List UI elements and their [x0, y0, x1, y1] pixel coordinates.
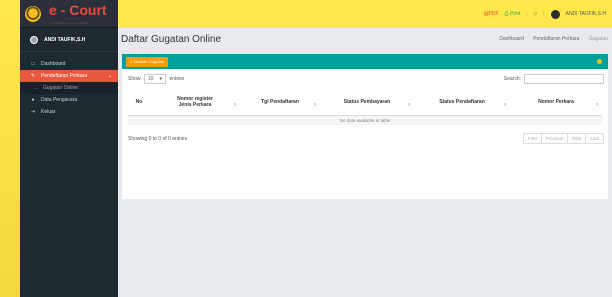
pager-last-button[interactable]: Last: [585, 133, 604, 144]
chevron-down-icon: ⌄: [107, 73, 112, 79]
breadcrumb: Dashboard Pendaftaran Perkara Gugatan: [499, 36, 608, 42]
sort-icon: ⇅: [233, 102, 237, 107]
breadcrumb-gugatan: Gugatan: [588, 36, 608, 42]
box-header: + Tambah Gugatan: [122, 54, 608, 69]
brand[interactable]: e - Court The Electronic Justice System: [20, 0, 118, 28]
column-label: Nomor register Jenis Perkara: [177, 95, 213, 108]
arrow-icon: →: [32, 85, 38, 91]
sort-icon: ⇅: [407, 102, 411, 107]
sidebar-item-label: Gugatan Online: [43, 85, 79, 91]
column-header-nomor-register[interactable]: Nomor register Jenis Perkara ⇅: [150, 89, 240, 116]
collapse-icon[interactable]: [597, 59, 602, 64]
user-icon: ●: [31, 97, 35, 103]
brand-title: e - Court: [49, 2, 107, 18]
sidebar: e - Court The Electronic Justice System …: [20, 0, 118, 297]
gugatan-box: + Tambah Gugatan Show 10 ▾ entries Searc…: [122, 54, 608, 199]
column-label: No: [135, 98, 143, 105]
divider: |: [526, 11, 528, 17]
column-header-nomor-perkara[interactable]: Nomor Perkara ⇅: [510, 89, 602, 116]
divider: |: [543, 11, 545, 17]
add-gugatan-button[interactable]: + Tambah Gugatan: [126, 56, 169, 67]
main-content: Daftar Gugatan Online Dashboard Pendafta…: [118, 28, 612, 297]
edit-icon: ✎: [30, 73, 36, 79]
column-label: Status Pendaftaran: [439, 98, 485, 105]
sort-icon: ⇅: [595, 102, 599, 107]
print-label: Print: [509, 11, 521, 17]
user-name: ANDI TAUFIK,S.H: [44, 36, 86, 43]
logout-icon: ⇥: [30, 109, 36, 115]
pdf-link[interactable]: ▤PDF: [484, 11, 499, 17]
top-navbar: ▤PDF ⎙ Print | ♫ | ANDI TAUFIK,S.H: [118, 0, 612, 28]
sidebar-item-data-pengacara[interactable]: ● Data Pengacara: [20, 94, 118, 106]
pager-previous-button[interactable]: Previous: [540, 133, 569, 144]
chevron-down-icon: ▾: [159, 76, 162, 82]
pdf-label: PDF: [488, 11, 499, 17]
pager-next-button[interactable]: Next: [567, 133, 587, 144]
search-label: Search:: [503, 76, 521, 82]
show-label: Show: [128, 76, 141, 82]
sidebar-item-label: Pendaftaran Perkara: [41, 73, 88, 79]
pager-first-button[interactable]: First: [522, 133, 542, 144]
length-value: 10: [147, 76, 154, 82]
gugatan-table: No Nomor register Jenis Perkara ⇅ Tgl Pen…: [128, 89, 602, 125]
column-label: Tgl Pendaftaran: [261, 98, 299, 105]
monitor-icon: ▭: [30, 61, 36, 67]
table-footer: Showing 0 to 0 of 0 entries First Previo…: [122, 125, 608, 144]
brand-subtitle: The Electronic Justice System: [49, 21, 90, 25]
breadcrumb-pendaftaran[interactable]: Pendaftaran Perkara: [533, 36, 579, 42]
sidebar-item-gugatan-online[interactable]: → Gugatan Online: [20, 82, 118, 94]
sidebar-item-label: Keluar: [41, 109, 56, 115]
avatar[interactable]: [550, 9, 560, 19]
breadcrumb-dashboard[interactable]: Dashboard: [499, 36, 523, 42]
pagination: First Previous Next Last: [522, 133, 604, 144]
empty-message: No data available in table: [128, 115, 602, 125]
sort-icon: ⇅: [313, 102, 317, 107]
content-header: Daftar Gugatan Online Dashboard Pendafta…: [118, 28, 612, 50]
table-row: No data available in table: [128, 115, 602, 125]
column-header-status-pendaftaran[interactable]: Status Pendaftaran ⇅: [414, 89, 510, 116]
sidebar-item-pendaftaran-perkara[interactable]: ✎ Pendaftaran Perkara ⌄: [20, 70, 118, 82]
column-header-tgl-pendaftaran[interactable]: Tgl Pendaftaran ⇅: [240, 89, 320, 116]
page-background: [0, 0, 20, 297]
column-header-no[interactable]: No: [128, 89, 150, 116]
avatar: [30, 35, 38, 44]
user-panel: ANDI TAUFIK,S.H: [20, 28, 118, 52]
sidebar-item-label: Dashboard: [41, 61, 66, 67]
print-icon: ⎙: [504, 11, 509, 17]
sidebar-item-dashboard[interactable]: ▭ Dashboard: [20, 58, 118, 70]
column-label: Status Pembayaran: [343, 98, 391, 105]
sidebar-item-keluar[interactable]: ⇥ Keluar: [20, 106, 118, 118]
column-label: Nomor Perkara: [538, 98, 574, 105]
table-controls: Show 10 ▾ entries Search:: [122, 69, 608, 85]
entries-label: entries: [169, 76, 185, 82]
search-input[interactable]: [524, 74, 604, 84]
entries-length-select[interactable]: 10 ▾: [143, 74, 166, 84]
sidebar-item-label: Data Pengacara: [41, 97, 78, 103]
court-logo-icon: [25, 5, 41, 22]
page-title: Daftar Gugatan Online: [121, 33, 222, 45]
sort-icon: ⇅: [503, 102, 507, 107]
bell-icon[interactable]: ♫: [534, 11, 538, 17]
column-header-status-pembayaran[interactable]: Status Pembayaran ⇅: [320, 89, 414, 116]
print-link[interactable]: ⎙ Print: [505, 11, 521, 17]
table-info: Showing 0 to 0 of 0 entries: [128, 135, 188, 142]
user-menu[interactable]: ANDI TAUFIK,S.H: [566, 11, 606, 17]
